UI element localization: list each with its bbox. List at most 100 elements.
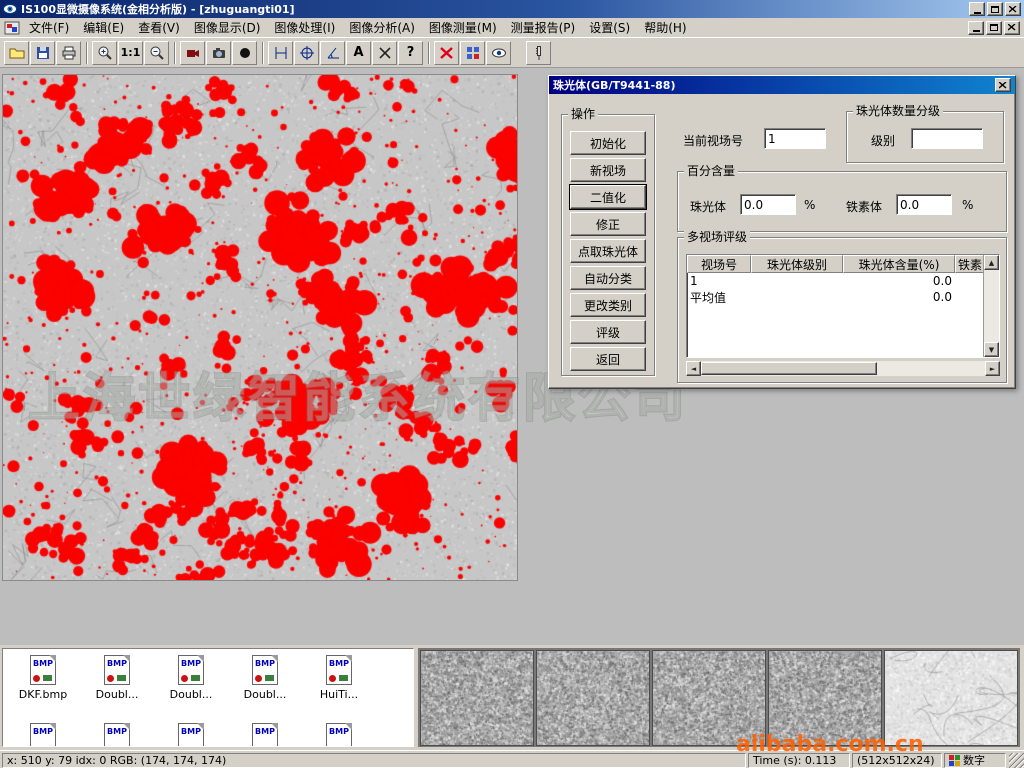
menu-image-analysis[interactable]: 图像分析(A) xyxy=(342,17,422,38)
change-class-button[interactable]: 更改类别 xyxy=(570,293,646,317)
file-name: Doubl... xyxy=(229,688,301,701)
zoom-out-button[interactable] xyxy=(144,41,169,65)
ferrite-unit: % xyxy=(962,198,973,212)
col-ferrite[interactable]: 铁素 xyxy=(955,255,985,273)
probe-button[interactable] xyxy=(526,41,551,65)
col-field-number[interactable]: 视场号 xyxy=(687,255,751,273)
file-item[interactable]: BMP xyxy=(7,723,79,747)
current-field-input[interactable] xyxy=(764,128,826,149)
file-item[interactable]: BMP xyxy=(229,723,301,747)
toolbar-separator xyxy=(428,42,430,64)
file-item[interactable]: BMP xyxy=(155,723,227,747)
menu-help[interactable]: 帮助(H) xyxy=(637,17,693,38)
delete-measure-button[interactable] xyxy=(434,41,459,65)
menu-edit[interactable]: 编辑(E) xyxy=(76,17,131,38)
question-icon: ? xyxy=(407,45,415,60)
help-button[interactable]: ? xyxy=(398,41,423,65)
menu-measure-report[interactable]: 测量报告(P) xyxy=(504,17,583,38)
dialog-title-bar[interactable]: 珠光体(GB/T9441-88) xyxy=(549,76,1015,94)
specimen-image[interactable] xyxy=(2,74,518,581)
init-button[interactable]: 初始化 xyxy=(570,131,646,155)
cross-measure-button[interactable] xyxy=(372,41,397,65)
restore-button[interactable] xyxy=(987,2,1003,16)
dialog-title: 珠光体(GB/T9441-88) xyxy=(553,77,675,93)
zoom-in-icon xyxy=(97,45,113,61)
menu-settings[interactable]: 设置(S) xyxy=(582,17,637,38)
resize-grip[interactable] xyxy=(1009,753,1024,768)
auto-classify-button[interactable]: 自动分类 xyxy=(570,266,646,290)
letter-a-icon: A xyxy=(353,45,363,60)
scroll-down-button[interactable]: ▼ xyxy=(984,342,999,357)
camera-capture-button[interactable] xyxy=(206,41,231,65)
table-row[interactable]: 平均值 0.0 xyxy=(687,289,999,305)
zoom-actual-button[interactable]: 1:1 xyxy=(118,41,143,65)
mdi-minimize-button[interactable] xyxy=(968,21,984,35)
floppy-icon xyxy=(35,45,51,61)
table-horizontal-scrollbar[interactable]: ◄ ► xyxy=(686,361,1000,376)
file-item[interactable]: BMP xyxy=(303,723,375,747)
scrollbar-thumb[interactable] xyxy=(701,362,877,375)
bottom-panel: BMP DKF.bmp BMP Doubl... BMP Doubl... BM… xyxy=(0,645,1024,750)
thumbnail-strip: alibaba.com.cn xyxy=(418,648,1020,747)
table-vertical-scrollbar[interactable]: ▲ ▼ xyxy=(983,255,999,357)
file-item[interactable]: BMP Doubl... xyxy=(81,655,153,701)
menu-file[interactable]: 文件(F) xyxy=(22,17,76,38)
zoom-in-button[interactable] xyxy=(92,41,117,65)
thumbnail-image[interactable] xyxy=(420,650,534,746)
print-button[interactable] xyxy=(56,41,81,65)
seal-icon xyxy=(107,675,114,682)
binarize-button[interactable]: 二值化 xyxy=(570,185,646,209)
file-item[interactable]: BMP HuiTi... xyxy=(303,655,375,701)
mdi-restore-button[interactable] xyxy=(986,21,1002,35)
file-item[interactable]: BMP Doubl... xyxy=(229,655,301,701)
caliper-measure-button[interactable] xyxy=(268,41,293,65)
video-capture-button[interactable] xyxy=(180,41,205,65)
pick-pearlite-button[interactable]: 点取珠光体 xyxy=(570,239,646,263)
file-name: HuiTi... xyxy=(303,688,375,701)
return-button[interactable]: 返回 xyxy=(570,347,646,371)
level-input[interactable] xyxy=(911,128,983,149)
grade-button[interactable]: 评级 xyxy=(570,320,646,344)
grid-icon xyxy=(465,45,481,61)
col-pearlite-grade[interactable]: 珠光体级别 xyxy=(751,255,843,273)
new-field-button[interactable]: 新视场 xyxy=(570,158,646,182)
dialog-close-button[interactable] xyxy=(995,78,1011,92)
status-mode-panel: 数字 xyxy=(944,753,1006,768)
menu-image-display[interactable]: 图像显示(D) xyxy=(187,17,268,38)
grid-button[interactable] xyxy=(460,41,485,65)
file-item[interactable]: BMP DKF.bmp xyxy=(7,655,79,701)
record-button[interactable] xyxy=(232,41,257,65)
status-position-panel: x: 510 y: 79 idx: 0 RGB: (174, 174, 174) xyxy=(2,753,746,768)
minimize-icon xyxy=(973,30,980,32)
angle-measure-button[interactable] xyxy=(320,41,345,65)
mdi-close-button[interactable] xyxy=(1004,21,1020,35)
thumbnail-image[interactable] xyxy=(536,650,650,746)
scroll-up-button[interactable]: ▲ xyxy=(984,255,999,270)
percent-group-label: 百分含量 xyxy=(684,164,738,179)
file-item[interactable]: BMP Doubl... xyxy=(155,655,227,701)
table-row[interactable]: 1 0.0 xyxy=(687,273,999,289)
close-button[interactable] xyxy=(1005,2,1021,16)
minimize-button[interactable] xyxy=(969,2,985,16)
bmp-file-icon: BMP xyxy=(178,723,204,747)
open-file-button[interactable] xyxy=(4,41,29,65)
menu-view[interactable]: 查看(V) xyxy=(131,17,187,38)
scroll-right-button[interactable]: ► xyxy=(985,361,1000,376)
correct-button[interactable]: 修正 xyxy=(570,212,646,236)
menu-image-process[interactable]: 图像处理(I) xyxy=(267,17,342,38)
workspace: 上海世绿智能系统有限公司 珠光体(GB/T9441-88) 操作 初始化 新视场… xyxy=(0,68,1024,645)
pearlite-percent-input[interactable] xyxy=(740,194,796,215)
eye-preview-button[interactable] xyxy=(486,41,511,65)
cross-icon xyxy=(378,46,392,60)
ferrite-percent-input[interactable] xyxy=(896,194,952,215)
file-item[interactable]: BMP xyxy=(81,723,153,747)
up-arrow-icon: ▲ xyxy=(989,259,994,267)
text-annotation-button[interactable]: A xyxy=(346,41,371,65)
grading-group: 珠光体数量分级 级别 xyxy=(846,111,1004,163)
scroll-left-button[interactable]: ◄ xyxy=(686,361,701,376)
menu-image-measure[interactable]: 图像测量(M) xyxy=(422,17,504,38)
circle-measure-button[interactable] xyxy=(294,41,319,65)
page-fold-icon xyxy=(123,723,130,730)
save-button[interactable] xyxy=(30,41,55,65)
col-pearlite-content[interactable]: 珠光体含量(%) xyxy=(843,255,955,273)
